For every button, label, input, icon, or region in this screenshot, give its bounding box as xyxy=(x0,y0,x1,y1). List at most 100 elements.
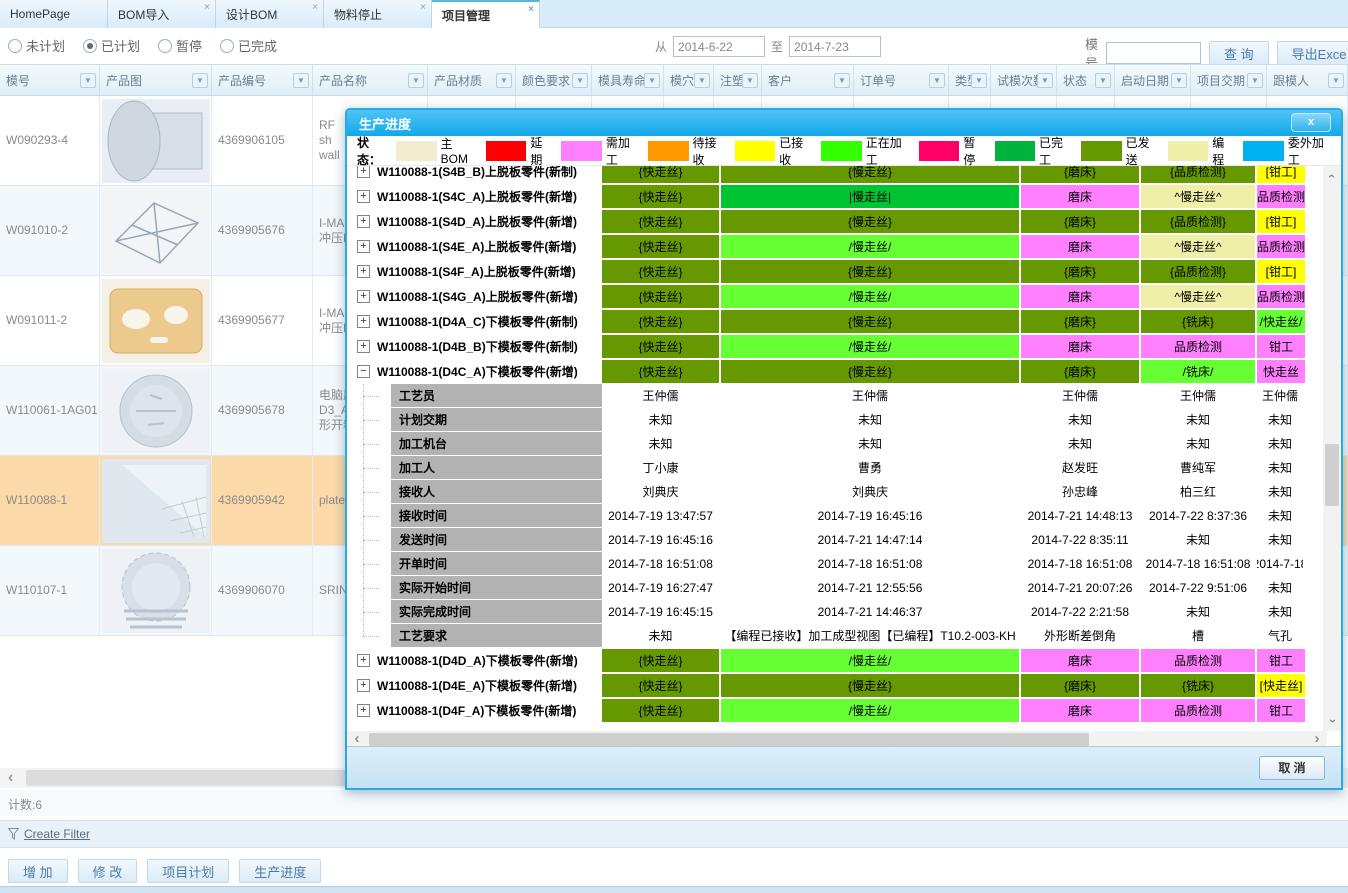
process-cell[interactable]: {磨床} xyxy=(1021,674,1139,697)
tab-close-icon[interactable]: × xyxy=(204,3,210,13)
column-filter-icon[interactable]: ▼ xyxy=(1328,73,1344,88)
process-cell[interactable]: 磨床 xyxy=(1021,699,1139,722)
column-filter-icon[interactable]: ▼ xyxy=(1171,73,1187,88)
tab-BOM导入[interactable]: BOM导入× xyxy=(108,0,216,28)
expand-icon[interactable]: + xyxy=(357,315,370,328)
process-cell[interactable]: {快走丝} xyxy=(602,210,719,233)
tree-row[interactable]: +W110088-1(D4A_C)下模板零件(新制){快走丝}{慢走丝}{磨床}… xyxy=(351,309,1305,334)
tree-row[interactable]: +W110088-1(S4D_A)上脱板零件(新增){快走丝}{慢走丝}{磨床}… xyxy=(351,209,1305,234)
process-cell[interactable]: {快走丝} xyxy=(602,649,719,672)
process-cell[interactable]: 磨床 xyxy=(1021,235,1139,258)
scrollbar-thumb[interactable] xyxy=(1325,444,1339,506)
column-filter-icon[interactable]: ▼ xyxy=(834,73,850,88)
process-cell[interactable]: {快走丝} xyxy=(602,360,719,383)
process-cell[interactable]: {慢走丝} xyxy=(721,674,1019,697)
process-cell[interactable]: {磨床} xyxy=(1021,166,1139,183)
process-cell[interactable]: [钳工] xyxy=(1257,166,1305,183)
process-cell[interactable]: 品质检测 xyxy=(1257,285,1305,308)
tab-close-icon[interactable]: × xyxy=(312,3,318,13)
mold-number-input[interactable] xyxy=(1106,42,1201,64)
radio-未计划[interactable]: 未计划 xyxy=(8,36,65,55)
column-filter-icon[interactable]: ▼ xyxy=(644,73,660,88)
scrollbar-thumb[interactable] xyxy=(369,733,1089,746)
process-cell[interactable]: {磨床} xyxy=(1021,310,1139,333)
process-cell[interactable]: 快走丝 xyxy=(1257,360,1305,383)
process-cell[interactable]: {品质检测} xyxy=(1141,210,1255,233)
radio-已完成[interactable]: 已完成 xyxy=(220,36,277,55)
expand-icon[interactable]: + xyxy=(357,654,370,667)
query-button[interactable]: 查 询 xyxy=(1209,41,1269,65)
process-cell[interactable]: 钳工 xyxy=(1257,699,1305,722)
process-cell[interactable]: ^慢走丝^ xyxy=(1141,285,1255,308)
process-cell[interactable]: {快走丝} xyxy=(602,674,719,697)
modal-vertical-scrollbar[interactable]: ‹ ‹ xyxy=(1323,166,1341,731)
process-cell[interactable]: {快走丝} xyxy=(602,260,719,283)
column-filter-icon[interactable]: ▼ xyxy=(694,73,710,88)
column-filter-icon[interactable]: ▼ xyxy=(572,73,588,88)
tab-HomePage[interactable]: HomePage xyxy=(0,0,108,28)
tab-项目管理[interactable]: 项目管理× xyxy=(432,0,540,28)
process-cell[interactable]: 钳工 xyxy=(1257,335,1305,358)
process-cell[interactable]: 磨床 xyxy=(1021,185,1139,208)
action-button-生产进度[interactable]: 生产进度 xyxy=(239,859,321,883)
tab-close-icon[interactable]: × xyxy=(528,5,534,15)
expand-icon[interactable]: + xyxy=(357,290,370,303)
scroll-up-icon[interactable]: ‹ xyxy=(1322,167,1341,185)
scroll-left-icon[interactable]: ‹ xyxy=(8,769,13,787)
process-cell[interactable]: {慢走丝} xyxy=(721,166,1019,183)
column-filter-icon[interactable]: ▼ xyxy=(1037,73,1053,88)
radio-circle-icon[interactable] xyxy=(8,39,22,53)
tab-物料停止[interactable]: 物料停止× xyxy=(324,0,432,28)
column-filter-icon[interactable]: ▼ xyxy=(929,73,945,88)
column-filter-icon[interactable]: ▼ xyxy=(1095,73,1111,88)
process-cell[interactable]: {磨床} xyxy=(1021,260,1139,283)
tree-row[interactable]: +W110088-1(D4F_A)下模板零件(新增){快走丝}/慢走丝/磨床品质… xyxy=(351,698,1305,723)
tree-row[interactable]: +W110088-1(S4F_A)上脱板零件(新增){快走丝}{慢走丝}{磨床}… xyxy=(351,259,1305,284)
process-cell[interactable]: /慢走丝/ xyxy=(721,649,1019,672)
process-cell[interactable]: {快走丝} xyxy=(602,310,719,333)
process-cell[interactable]: 品质检测 xyxy=(1141,699,1255,722)
tree-row[interactable]: −W110088-1(D4C_A)下模板零件(新增){快走丝}{慢走丝}{磨床}… xyxy=(351,359,1305,384)
process-cell[interactable]: {铣床} xyxy=(1141,310,1255,333)
expand-icon[interactable]: + xyxy=(357,240,370,253)
process-cell[interactable]: |慢走丝| xyxy=(721,185,1019,208)
process-cell[interactable]: 磨床 xyxy=(1021,285,1139,308)
process-cell[interactable]: 品质检测 xyxy=(1257,185,1305,208)
column-filter-icon[interactable]: ▼ xyxy=(408,73,424,88)
process-cell[interactable]: [钳工] xyxy=(1257,210,1305,233)
radio-circle-icon[interactable] xyxy=(158,39,172,53)
tree-row[interactable]: +W110088-1(D4B_B)下模板零件(新制){快走丝}/慢走丝/磨床品质… xyxy=(351,334,1305,359)
expand-icon[interactable]: + xyxy=(357,679,370,692)
process-cell[interactable]: {快走丝} xyxy=(602,699,719,722)
radio-circle-icon[interactable] xyxy=(83,39,97,53)
create-filter-link[interactable]: Create Filter xyxy=(24,827,90,841)
process-cell[interactable]: {快走丝} xyxy=(602,335,719,358)
tab-close-icon[interactable]: × xyxy=(420,3,426,13)
process-cell[interactable]: {快走丝} xyxy=(602,285,719,308)
process-cell[interactable]: 磨床 xyxy=(1021,649,1139,672)
process-cell[interactable]: /慢走丝/ xyxy=(721,235,1019,258)
process-cell[interactable]: {慢走丝} xyxy=(721,210,1019,233)
expand-icon[interactable]: + xyxy=(357,340,370,353)
column-filter-icon[interactable]: ▼ xyxy=(971,73,987,88)
process-cell[interactable]: {慢走丝} xyxy=(721,360,1019,383)
process-cell[interactable]: {快走丝} xyxy=(602,235,719,258)
expand-icon[interactable]: + xyxy=(357,166,370,178)
scroll-down-icon[interactable]: ‹ xyxy=(1322,712,1341,730)
process-cell[interactable]: 品质检测 xyxy=(1257,235,1305,258)
process-cell[interactable]: ^慢走丝^ xyxy=(1141,185,1255,208)
action-button-修改[interactable]: 修 改 xyxy=(78,859,138,883)
process-cell[interactable]: /铣床/ xyxy=(1141,360,1255,383)
column-filter-icon[interactable]: ▼ xyxy=(80,73,96,88)
radio-暂停[interactable]: 暂停 xyxy=(158,36,202,55)
process-cell[interactable]: 品质检测 xyxy=(1141,649,1255,672)
process-cell[interactable]: {铣床} xyxy=(1141,674,1255,697)
expand-icon[interactable]: + xyxy=(357,215,370,228)
process-cell[interactable]: {快走丝} xyxy=(602,166,719,183)
process-cell[interactable]: [钳工] xyxy=(1257,260,1305,283)
process-cell[interactable]: /慢走丝/ xyxy=(721,285,1019,308)
tree-row[interactable]: +W110088-1(D4D_A)下模板零件(新增){快走丝}/慢走丝/磨床品质… xyxy=(351,648,1305,673)
cancel-button[interactable]: 取 消 xyxy=(1259,756,1325,780)
from-date-input[interactable] xyxy=(673,36,765,57)
radio-已计划[interactable]: 已计划 xyxy=(83,36,140,55)
